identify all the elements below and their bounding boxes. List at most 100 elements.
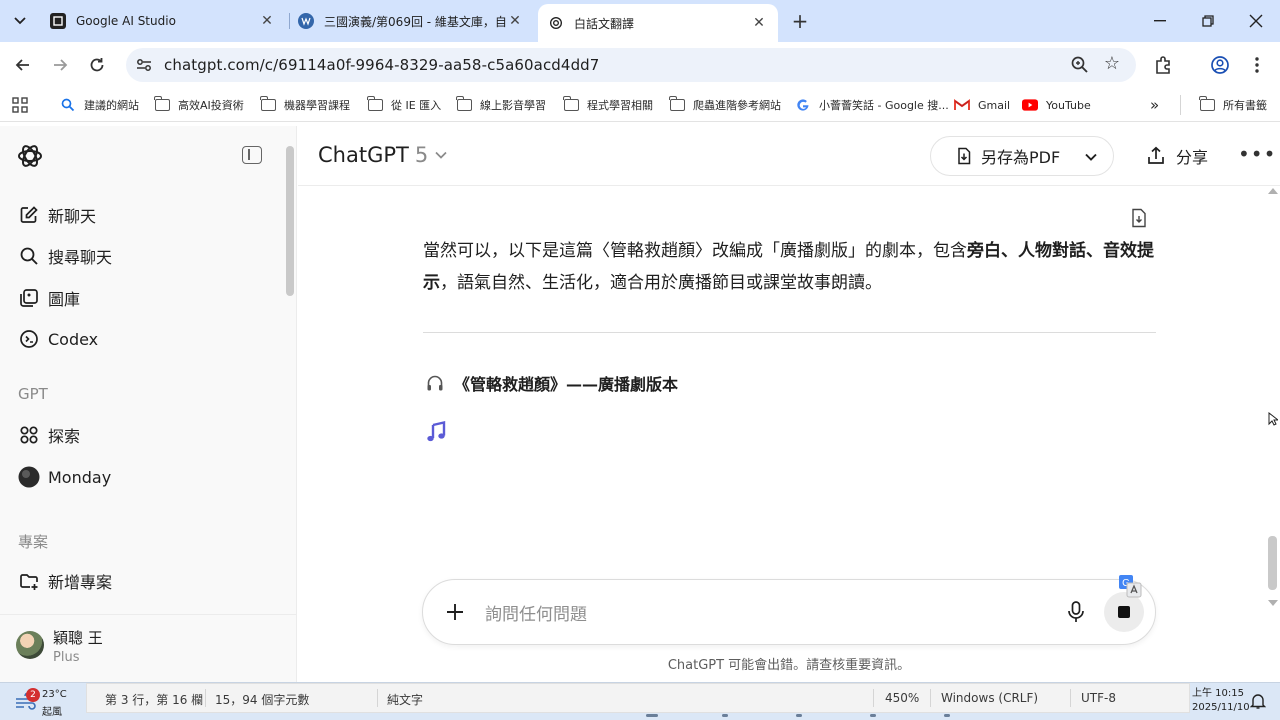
tab-google-ai-studio[interactable]: Google AI Studio ✕	[40, 6, 286, 36]
disclaimer-text: ChatGPT 可能會出錯。請查核重要資訊。	[667, 658, 911, 673]
tab-label: Google AI Studio	[76, 14, 176, 28]
reload-icon	[90, 58, 104, 72]
tab-wikisource[interactable]: 三國演義/第069回 - 維基文庫，自由的 ✕	[288, 6, 534, 36]
new-tab-button[interactable]: +	[788, 9, 812, 33]
zoom-level: 450%	[885, 691, 920, 705]
site-settings-icon[interactable]	[134, 55, 154, 75]
all-bookmarks[interactable]: 所有書籤	[1180, 95, 1267, 115]
close-icon[interactable]: ✕	[750, 14, 768, 32]
chatgpt-logo-icon[interactable]	[16, 142, 44, 170]
bookmark-google-search[interactable]: 小薈薈笑話 - Google 搜...	[795, 95, 949, 115]
status-divider	[1070, 689, 1071, 707]
sidebar-item-explore[interactable]: 探索	[18, 421, 80, 449]
browser-menu-button[interactable]	[1244, 52, 1270, 78]
bookmark-folder[interactable]: 高效AI投資術	[153, 95, 244, 115]
sidebar-item-codex[interactable]: Codex	[18, 325, 98, 353]
sidebar-toggle-icon[interactable]	[242, 146, 262, 164]
scroll-down-arrow[interactable]	[1268, 600, 1278, 606]
scroll-up-arrow[interactable]	[1268, 188, 1278, 194]
close-window-button[interactable]	[1234, 8, 1278, 34]
stop-generating-button[interactable]	[1104, 592, 1144, 632]
zoom-icon[interactable]	[1070, 55, 1090, 75]
new-chat-icon	[18, 204, 40, 226]
folder-icon	[366, 96, 383, 112]
extensions-button[interactable]	[1151, 52, 1177, 78]
folder-icon	[455, 96, 472, 112]
user-profile[interactable]: 穎聰 王 Plus	[0, 614, 296, 682]
status-divider	[873, 689, 874, 707]
bookmark-suggested[interactable]: 建議的網站	[60, 95, 139, 115]
sidebar-item-new-chat[interactable]: 新聊天	[18, 201, 96, 229]
close-icon[interactable]: ✕	[506, 12, 524, 30]
reload-button[interactable]	[84, 52, 110, 78]
sidebar-scrollbar[interactable]	[286, 146, 294, 296]
chevron-down-icon[interactable]	[1083, 149, 1099, 165]
bookmark-gmail[interactable]: Gmail	[954, 95, 1010, 115]
profile-button[interactable]	[1207, 52, 1233, 78]
character-count: 15，94 個字元數	[215, 693, 310, 707]
chat-main: ChatGPT 5 另存為PDF 分享 ••• 當然可以，以下是這篇〈管輅救趙顏…	[298, 126, 1280, 682]
user-name: 穎聰 王	[53, 629, 103, 647]
plus-icon[interactable]	[443, 600, 467, 624]
forward-button[interactable]	[47, 52, 73, 78]
bookmark-folder[interactable]: 從 IE 匯入	[366, 95, 441, 115]
weather-condition: 起風	[42, 707, 62, 718]
apps-button[interactable]	[12, 95, 28, 115]
message-composer[interactable]: 詢問任何問題	[422, 579, 1156, 645]
browser-toolbar: chatgpt.com/c/69114a0f-9964-8329-aa58-c5…	[0, 42, 1280, 88]
puzzle-icon	[1156, 56, 1170, 74]
file-export-icon[interactable]	[1130, 208, 1148, 228]
bookmark-youtube[interactable]: YouTube	[1022, 95, 1091, 115]
model-version: 5	[414, 143, 429, 167]
tab-search-button[interactable]	[6, 8, 34, 34]
sidebar-item-monday[interactable]: Monday	[18, 463, 111, 491]
bookmark-folder[interactable]: 爬蟲進階參考網站	[668, 95, 781, 115]
back-button[interactable]	[10, 52, 36, 78]
save-as-pdf-button[interactable]: 另存為PDF	[930, 136, 1114, 176]
notification-bell-icon[interactable]	[1250, 693, 1266, 709]
taskbar-app-indicator	[722, 714, 728, 717]
share-button[interactable]: 分享	[1146, 142, 1208, 170]
notification-badge: 2	[26, 688, 40, 702]
sidebar-item-gallery[interactable]: 圖庫	[18, 284, 80, 312]
cursor-position: 第 3 行，第 16 欄	[105, 693, 204, 707]
new-project-icon	[18, 570, 40, 592]
taskbar: 2 23°C 起風 第 3 行，第 16 欄 15，94 個字元數 純文字 45…	[0, 682, 1280, 720]
divider	[423, 332, 1156, 333]
close-icon[interactable]: ✕	[258, 12, 276, 30]
line-ending: Windows (CRLF)	[941, 691, 1039, 705]
composer-input[interactable]: 詢問任何問題	[485, 600, 587, 625]
explore-icon	[18, 424, 40, 446]
sidebar-item-new-project[interactable]: 新增專案	[18, 567, 112, 595]
microphone-icon[interactable]	[1065, 600, 1087, 624]
stop-icon	[1118, 606, 1130, 618]
tab-label: 白話文翻譯	[574, 16, 635, 31]
sidebar-item-search[interactable]: 搜尋聊天	[18, 242, 112, 270]
address-bar[interactable]: chatgpt.com/c/69114a0f-9964-8329-aa58-c5…	[126, 48, 1136, 82]
share-button-label: 分享	[1176, 148, 1209, 167]
bookmark-star-icon[interactable]: ☆	[1102, 54, 1122, 74]
system-clock[interactable]: 上午 10:15 2025/11/10	[1192, 687, 1250, 715]
model-selector[interactable]: ChatGPT 5	[318, 143, 448, 167]
minimize-button[interactable]	[1138, 8, 1182, 34]
folder-icon	[1198, 96, 1215, 112]
bookmark-folder[interactable]: 程式學習相關	[562, 95, 653, 115]
weather-widget[interactable]: 2 23°C 起風	[10, 687, 80, 718]
more-options-icon[interactable]: •••	[1238, 144, 1275, 168]
bookmark-folder[interactable]: 線上影音學習	[455, 95, 546, 115]
monday-avatar	[18, 466, 40, 488]
minimize-icon	[1154, 20, 1166, 22]
folder-icon	[562, 96, 579, 112]
google-icon	[795, 98, 811, 112]
bookmarks-overflow-button[interactable]: »	[1150, 95, 1159, 115]
main-scrollbar[interactable]	[1268, 536, 1277, 590]
taskbar-app-indicator	[870, 714, 876, 717]
bookmark-folder[interactable]: 機器學習課程	[259, 95, 350, 115]
tab-chatgpt[interactable]: 白話文翻譯 ✕	[538, 4, 778, 42]
clock-time: 上午 10:15	[1192, 688, 1244, 699]
url-text[interactable]: chatgpt.com/c/69114a0f-9964-8329-aa58-c5…	[164, 56, 599, 74]
google-translate-icon[interactable]: G	[1118, 574, 1142, 598]
script-heading: 《管輅救趙顏》——廣播劇版本	[426, 371, 678, 395]
taskbar-app-indicator	[796, 714, 802, 717]
restore-button[interactable]	[1186, 8, 1230, 34]
